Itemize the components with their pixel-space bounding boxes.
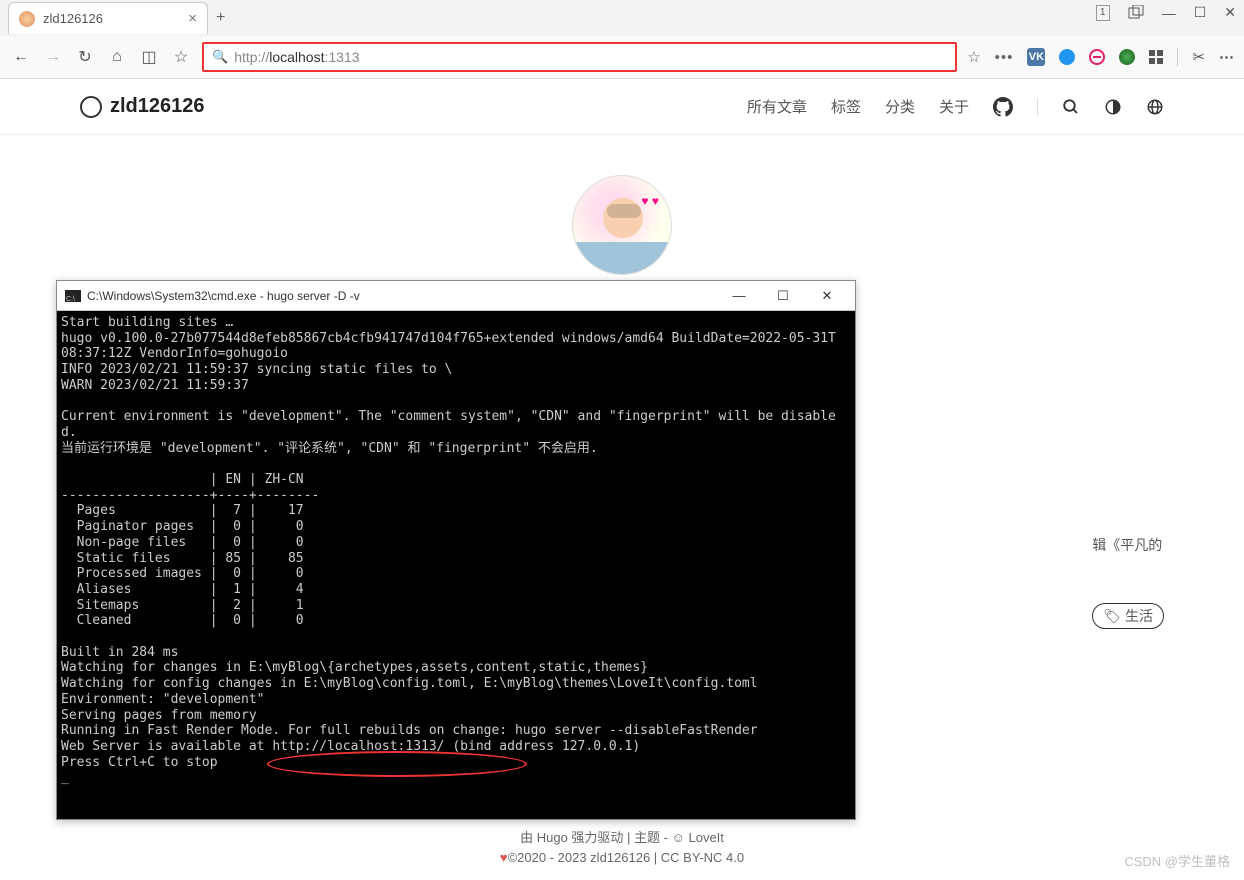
theme-toggle-icon[interactable]	[1104, 98, 1122, 116]
csdn-watermark: CSDN @学生董格	[1124, 851, 1230, 870]
url-bar[interactable]: 🔍 http://localhost:1313	[202, 42, 957, 72]
new-tab-button[interactable]: +	[216, 9, 225, 27]
heart-icon: ♥	[500, 850, 508, 865]
scissors-icon[interactable]: ✂	[1192, 48, 1205, 66]
terminal-minimize-icon[interactable]: —	[719, 283, 759, 309]
nav-back-icon[interactable]: ←	[10, 48, 32, 66]
terminal-window-controls: — ☐ ✕	[719, 283, 847, 309]
cmd-icon	[65, 290, 81, 302]
nav-all-posts[interactable]: 所有文章	[747, 96, 807, 117]
site-title: zld126126	[110, 95, 205, 118]
url-text: http://localhost:1313	[234, 49, 359, 65]
tag-label: 生活	[1125, 606, 1153, 626]
site-nav: 所有文章 标签 分类 关于	[747, 96, 1164, 117]
tab-bar: zld126126 × + 1 — ☐ ✕	[0, 0, 1244, 36]
avatar-body	[573, 242, 671, 274]
life-tag-chip[interactable]: 🏷 生活	[1092, 603, 1164, 629]
site-logo[interactable]: zld126126	[80, 95, 205, 118]
nav-categories[interactable]: 分类	[885, 96, 915, 117]
site-search-icon[interactable]	[1062, 98, 1080, 116]
nav-tags[interactable]: 标签	[831, 96, 861, 117]
browser-tab[interactable]: zld126126 ×	[8, 2, 208, 34]
avatar-hearts-icon: ♥ ♥	[641, 194, 659, 208]
more-menu-icon[interactable]: ⋯	[1219, 48, 1234, 66]
nav-home-icon[interactable]: ⌂	[106, 48, 128, 66]
logo-face-icon	[80, 96, 102, 118]
post-sidebar: 辑《平凡的 🏷 生活	[1092, 535, 1164, 629]
window-controls: 1 — ☐ ✕	[1096, 4, 1236, 21]
edit-link-text[interactable]: 辑《平凡的	[1092, 537, 1162, 553]
site-footer: 由 Hugo 强力驱动 | 主题 - ☺ LoveIt ♥©2020 - 202…	[0, 828, 1244, 868]
search-icon: 🔍	[212, 49, 228, 65]
toolbar-divider	[1177, 48, 1178, 66]
site-header: zld126126 所有文章 标签 分类 关于	[0, 79, 1244, 135]
browser-toolbar: ← → ↻ ⌂ ◫ ☆ 🔍 http://localhost:1313 ☆ ••…	[0, 36, 1244, 78]
window-close-icon[interactable]: ✕	[1224, 4, 1236, 21]
vk-extension-icon[interactable]: VK	[1027, 48, 1045, 66]
terminal-maximize-icon[interactable]: ☐	[763, 283, 803, 309]
adblock-extension-icon[interactable]	[1089, 49, 1105, 65]
toolbar-extensions: ☆ ••• VK ✂ ⋯	[967, 48, 1234, 66]
nav-shield-icon[interactable]: ◫	[138, 47, 160, 67]
github-icon[interactable]	[993, 97, 1013, 117]
nav-separator	[1037, 98, 1038, 116]
tab-title: zld126126	[43, 11, 103, 26]
terminal-titlebar[interactable]: C:\Windows\System32\cmd.exe - hugo serve…	[57, 281, 855, 311]
author-avatar[interactable]: ♥ ♥	[572, 175, 672, 275]
language-icon[interactable]	[1146, 98, 1164, 116]
nav-about[interactable]: 关于	[939, 96, 969, 117]
workspace-icon[interactable]	[1128, 5, 1144, 21]
bookmark-star-icon[interactable]: ☆	[967, 48, 980, 66]
nav-reload-icon[interactable]: ↻	[74, 47, 96, 67]
nav-forward-icon: →	[42, 48, 64, 66]
browser-chrome: zld126126 × + 1 — ☐ ✕ ← → ↻ ⌂ ◫ ☆ 🔍 http…	[0, 0, 1244, 79]
footer-line2: ♥©2020 - 2023 zld126126 | CC BY-NC 4.0	[0, 848, 1244, 868]
terminal-title: C:\Windows\System32\cmd.exe - hugo serve…	[87, 289, 360, 303]
apps-grid-icon[interactable]	[1149, 50, 1163, 64]
page-content: ♥ ♥ 辑《平凡的 🏷 生活	[0, 135, 1244, 275]
favicon-icon	[19, 11, 35, 27]
footer-line1: 由 Hugo 强力驱动 | 主题 - ☺ LoveIt	[0, 828, 1244, 848]
terminal-output[interactable]: Start building sites … hugo v0.100.0-27b…	[57, 311, 855, 819]
tab-count-badge[interactable]: 1	[1096, 5, 1110, 21]
nav-star-icon[interactable]: ☆	[170, 47, 192, 67]
footer-hugo-link[interactable]: Hugo	[537, 830, 568, 845]
footer-face-icon: ☺	[672, 830, 689, 845]
terminal-window: C:\Windows\System32\cmd.exe - hugo serve…	[56, 280, 856, 820]
footer-license-link[interactable]: CC BY-NC 4.0	[661, 850, 744, 865]
tab-close-icon[interactable]: ×	[188, 10, 197, 27]
blue-extension-icon[interactable]	[1059, 49, 1075, 65]
window-minimize-icon[interactable]: —	[1162, 5, 1176, 21]
tag-icon: 🏷	[1103, 608, 1121, 625]
footer-loveit-link[interactable]: LoveIt	[688, 830, 723, 845]
window-maximize-icon[interactable]: ☐	[1194, 4, 1207, 21]
red-oval-annotation	[267, 751, 527, 777]
globe-extension-icon[interactable]	[1119, 49, 1135, 65]
terminal-close-icon[interactable]: ✕	[807, 283, 847, 309]
overflow-menu-icon[interactable]: •••	[995, 49, 1014, 66]
